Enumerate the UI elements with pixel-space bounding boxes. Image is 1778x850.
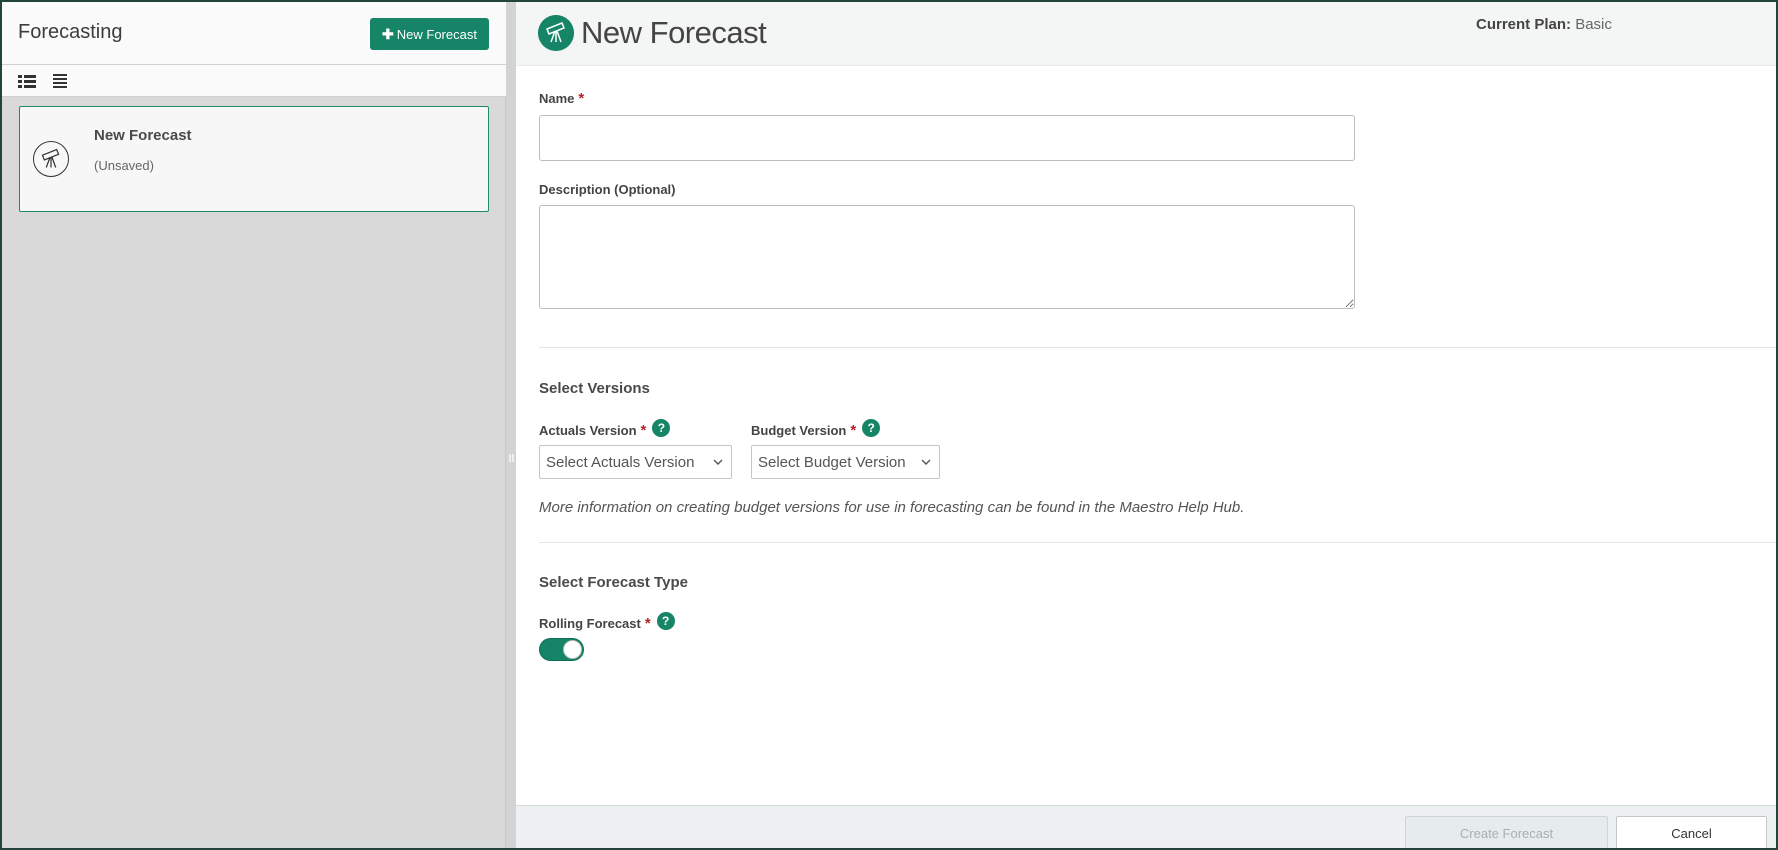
forecast-card[interactable]: New Forecast (Unsaved) [19,106,489,212]
list-compact-icon[interactable] [51,73,69,89]
help-icon[interactable]: ? [862,419,881,437]
list-header: Forecasting ✚ New Forecast [2,2,506,65]
actuals-label: Actuals Version [539,423,637,438]
actuals-label-group: Actuals Version *? [539,419,671,439]
required-marker: * [578,90,585,107]
splitter-grip-icon[interactable] [509,454,514,462]
editor-header: New Forecast Current Plan: Basic [516,2,1776,66]
versions-info-text: More information on creating budget vers… [539,499,1245,516]
description-label: Description (Optional) [539,182,676,197]
chevron-down-icon [921,459,931,465]
rolling-forecast-toggle[interactable] [539,638,584,661]
required-marker: * [644,615,651,632]
required-marker: * [850,422,857,439]
app-window: Forecasting ✚ New Forecast New Forecast … [0,0,1778,850]
budget-label-group: Budget Version *? [751,419,881,439]
help-icon[interactable]: ? [656,612,675,630]
form-footer: Create Forecast Cancel [516,805,1776,848]
plan-value: Basic [1575,16,1612,33]
forecast-editor: New Forecast Current Plan: Basic Name * D… [516,2,1776,848]
budget-select-placeholder: Select Budget Version [758,453,906,471]
plus-icon: ✚ [382,25,394,42]
current-plan: Current Plan: Basic [1476,16,1612,33]
panel-title: Forecasting [18,21,123,43]
description-textarea[interactable] [539,205,1355,309]
new-forecast-button-label: New Forecast [396,26,477,42]
divider [539,542,1776,543]
help-icon[interactable]: ? [652,419,671,437]
list-detail-icon[interactable] [18,73,36,89]
panel-splitter[interactable] [506,2,516,848]
card-title: New Forecast [94,127,192,144]
budget-version-select[interactable]: Select Budget Version [751,445,940,479]
view-toolbar [2,65,506,97]
rolling-forecast-label: Rolling Forecast [539,616,641,631]
budget-label: Budget Version [751,423,847,438]
actuals-version-select[interactable]: Select Actuals Version [539,445,732,479]
versions-section-title: Select Versions [539,380,650,397]
telescope-icon [538,15,574,51]
name-label: Name [539,91,575,106]
forecast-list-panel: Forecasting ✚ New Forecast New Forecast … [2,2,506,848]
create-forecast-button[interactable]: Create Forecast [1405,816,1608,848]
cancel-button[interactable]: Cancel [1616,816,1767,848]
plan-label: Current Plan: [1476,16,1572,33]
chevron-down-icon [713,459,723,465]
required-marker: * [640,422,647,439]
rolling-label-group: Rolling Forecast *? [539,612,675,632]
new-forecast-button[interactable]: ✚ New Forecast [370,18,489,50]
card-status: (Unsaved) [94,158,154,173]
toggle-knob [563,640,582,659]
actuals-select-placeholder: Select Actuals Version [546,453,695,471]
divider [539,347,1776,348]
forecast-type-section-title: Select Forecast Type [539,574,688,591]
telescope-icon [33,141,69,177]
name-input[interactable] [539,115,1355,161]
name-label-group: Name * [539,90,584,107]
page-title: New Forecast [581,15,767,50]
